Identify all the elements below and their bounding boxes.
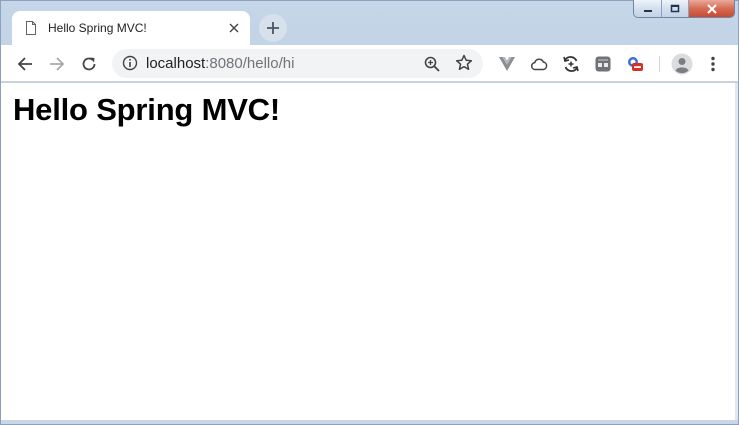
url-text[interactable]: localhost:8080/hello/hi	[146, 55, 294, 72]
page-heading: Hello Spring MVC!	[13, 92, 280, 127]
document-icon	[24, 20, 38, 36]
forward-button[interactable]	[45, 52, 69, 76]
back-button[interactable]	[13, 52, 37, 76]
reload-icon	[82, 57, 96, 71]
reload-button[interactable]	[77, 52, 101, 76]
new-tab-button[interactable]	[259, 14, 287, 42]
maximize-button[interactable]	[661, 0, 688, 17]
tab-title: Hello Spring MVC!	[48, 21, 147, 35]
page-content: Hello Spring MVC!	[1, 83, 735, 420]
close-icon	[229, 23, 239, 33]
minimize-icon	[643, 9, 652, 12]
profile-avatar[interactable]	[671, 53, 693, 75]
plus-icon	[267, 22, 279, 34]
window-edge-bottom	[1, 420, 738, 424]
url-host: localhost	[146, 55, 206, 72]
maximize-icon	[670, 4, 680, 13]
bookmark-star-icon[interactable]	[455, 54, 473, 72]
info-icon[interactable]	[122, 55, 138, 71]
adblock-icon[interactable]	[625, 54, 645, 74]
menu-button[interactable]	[703, 54, 723, 74]
minimize-button[interactable]	[634, 0, 661, 17]
cloud-icon[interactable]	[529, 54, 549, 74]
window-controls	[633, 0, 735, 18]
dark-reader-icon[interactable]	[593, 54, 613, 74]
address-bar[interactable]: localhost:8080/hello/hi	[112, 49, 483, 78]
browser-toolbar: localhost:8080/hello/hi	[1, 45, 738, 82]
back-arrow-icon	[17, 57, 32, 71]
browser-tab[interactable]: Hello Spring MVC!	[12, 11, 250, 45]
tab-close-button[interactable]	[226, 20, 242, 36]
window-edge-right	[735, 83, 738, 420]
forward-arrow-icon	[50, 57, 65, 71]
kebab-menu-icon	[711, 56, 715, 72]
close-window-button[interactable]	[688, 0, 734, 17]
close-icon	[706, 3, 717, 14]
toolbar-separator	[659, 56, 660, 72]
sync-icon[interactable]	[561, 54, 581, 74]
zoom-icon[interactable]	[423, 55, 441, 73]
avatar-icon	[671, 53, 693, 75]
url-path: :8080/hello/hi	[205, 55, 295, 72]
vue-devtools-icon[interactable]	[497, 54, 517, 74]
